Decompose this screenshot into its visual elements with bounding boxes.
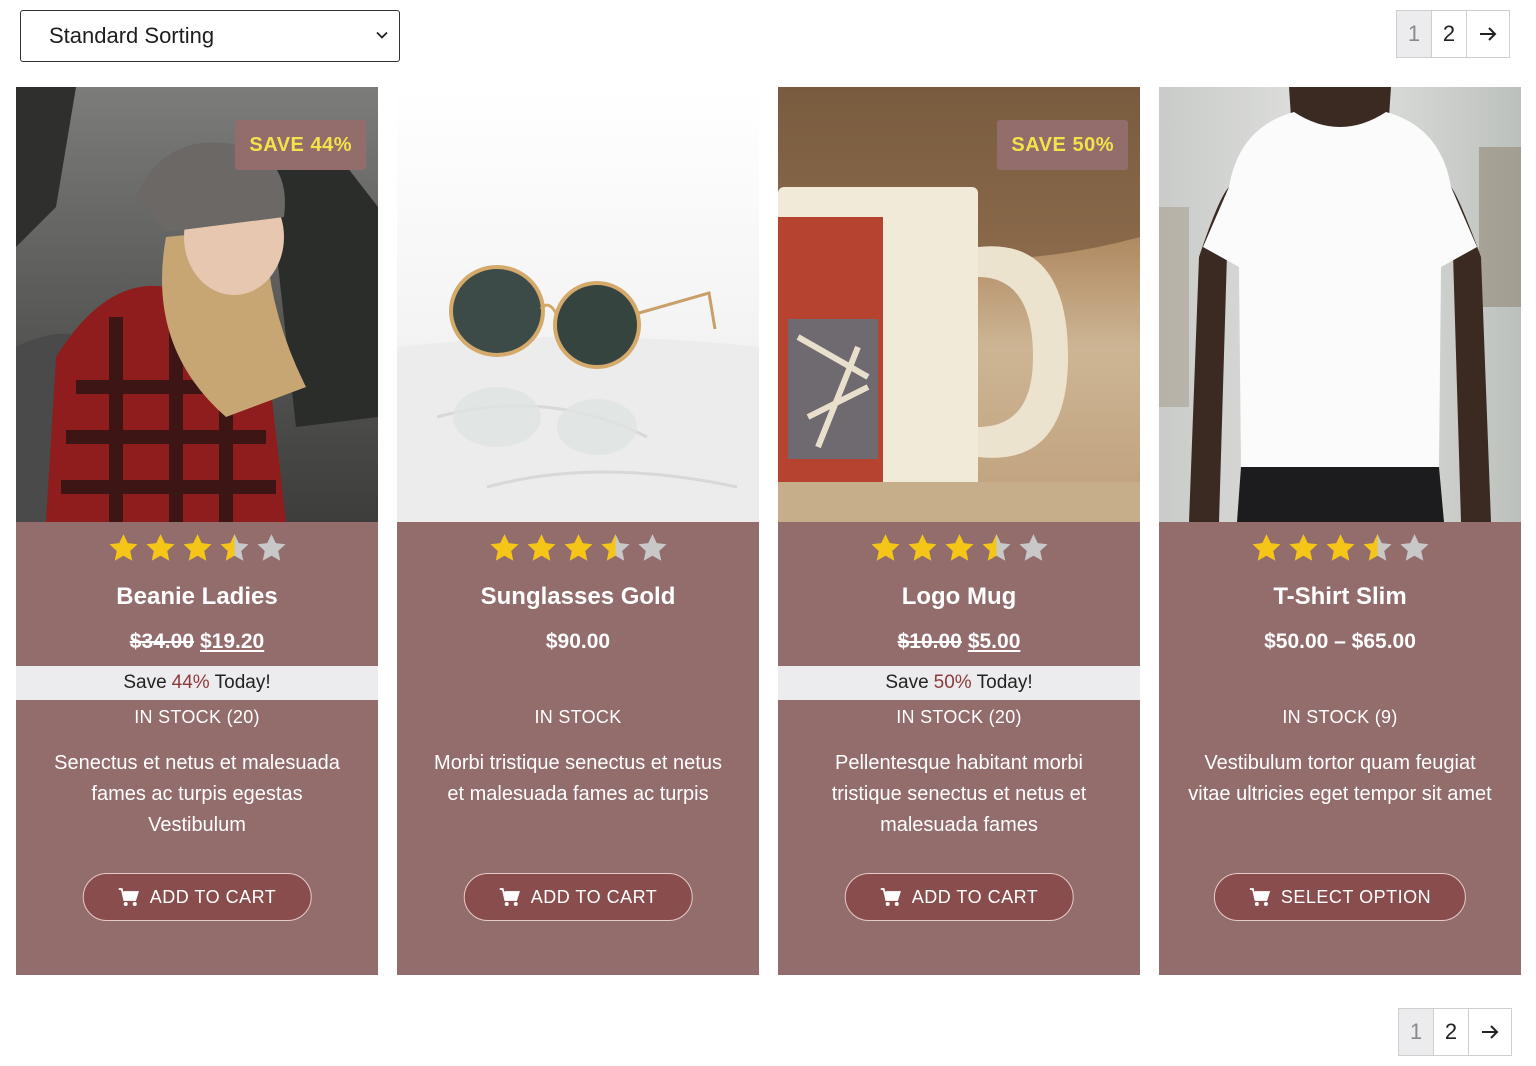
star-full-icon <box>1325 534 1355 561</box>
star-full-icon <box>145 534 175 561</box>
star-empty-icon <box>1399 534 1429 561</box>
save-label: Save <box>885 672 929 693</box>
star-half-icon <box>1362 534 1392 561</box>
star-full-icon <box>563 534 593 561</box>
arrow-right-icon <box>1482 1025 1499 1039</box>
star-empty-icon <box>637 534 667 561</box>
stock-status: IN STOCK (20) <box>134 707 260 727</box>
star-full-icon <box>1288 534 1318 561</box>
old-price: $10.00 <box>897 630 962 653</box>
arrow-right-icon <box>1480 27 1497 41</box>
pagination-top: 1 2 <box>1396 10 1510 58</box>
add-to-cart-label: ADD TO CART <box>911 886 1039 907</box>
save-today-label: Today! <box>976 672 1033 693</box>
tshirt-photo <box>1159 87 1521 522</box>
star-rating <box>778 532 1140 565</box>
old-price: $34.00 <box>129 630 194 653</box>
stock-status: IN STOCK <box>534 707 622 727</box>
product-image-beanie[interactable]: SAVE 44% <box>16 87 378 522</box>
star-rating <box>397 532 759 565</box>
product-title[interactable]: Sunglasses Gold <box>397 583 759 611</box>
product-description: Morbi tristique senectus et netus et mal… <box>434 752 722 805</box>
chevron-down-icon <box>376 31 388 39</box>
product-title[interactable]: T-Shirt Slim <box>1159 583 1521 611</box>
price-range: $50.00 – $65.00 <box>1264 630 1416 653</box>
product-price: $10.00 $5.00 <box>778 630 1140 654</box>
star-full-icon <box>489 534 519 561</box>
add-to-cart-label: ADD TO CART <box>530 886 658 907</box>
page-1-link[interactable]: 1 <box>1397 11 1432 57</box>
sale-price: $5.00 <box>967 630 1021 653</box>
product-card: T-Shirt Slim $50.00 – $65.00 IN STOCK (9… <box>1159 87 1521 975</box>
cart-icon <box>118 888 139 906</box>
product-card: Sunglasses Gold $90.00 IN STOCK Morbi tr… <box>397 87 759 975</box>
product-card: SAVE 44% Beanie Ladies $34.00 $19.20 Save… <box>16 87 378 975</box>
cart-icon <box>1249 888 1271 906</box>
page-2-link[interactable]: 2 <box>1432 11 1467 57</box>
stock-status: IN STOCK (9) <box>1282 707 1398 727</box>
product-description: Pellentesque habitant morbi tristique se… <box>831 752 1087 836</box>
star-empty-icon <box>256 534 286 561</box>
sort-select[interactable]: Standard Sorting <box>20 10 400 62</box>
sale-price: $19.20 <box>200 630 265 653</box>
save-today-label: Today! <box>214 672 271 693</box>
star-half-icon <box>600 534 630 561</box>
add-to-cart-button[interactable]: ADD TO CART <box>844 873 1074 921</box>
product-grid: SAVE 44% Beanie Ladies $34.00 $19.20 Save… <box>16 87 1521 975</box>
save-label: Save <box>123 672 167 693</box>
page-2-link[interactable]: 2 <box>1434 1009 1469 1055</box>
product-price: $90.00 <box>397 630 759 654</box>
star-half-icon <box>981 534 1011 561</box>
save-badge: SAVE 44% <box>235 120 366 170</box>
page-1-link[interactable]: 1 <box>1399 1009 1434 1055</box>
product-image-sunglasses[interactable] <box>397 87 759 522</box>
star-full-icon <box>1251 534 1281 561</box>
star-full-icon <box>907 534 937 561</box>
star-full-icon <box>182 534 212 561</box>
save-today-strip: Save 50% Today! <box>778 666 1140 700</box>
stock-status: IN STOCK (20) <box>896 707 1022 727</box>
product-price: $50.00 – $65.00 <box>1159 630 1521 654</box>
add-to-cart-label: ADD TO CART <box>149 886 277 907</box>
star-full-icon <box>108 534 138 561</box>
star-full-icon <box>526 534 556 561</box>
cart-icon <box>880 888 901 906</box>
product-title[interactable]: Beanie Ladies <box>16 583 378 611</box>
save-badge: SAVE 50% <box>997 120 1128 170</box>
save-percent: 50% <box>933 672 972 693</box>
product-description: Vestibulum tortor quam feugiat vitae ult… <box>1188 752 1492 805</box>
star-full-icon <box>944 534 974 561</box>
product-image-mug[interactable]: SAVE 50% <box>778 87 1140 522</box>
product-card: SAVE 50% Logo Mug $10.00 $5.00 Save 50% T… <box>778 87 1140 975</box>
save-percent: 44% <box>171 672 210 693</box>
next-page-link[interactable] <box>1469 1009 1511 1055</box>
sort-select-value: Standard Sorting <box>49 23 215 48</box>
next-page-link[interactable] <box>1467 11 1509 57</box>
product-price: $34.00 $19.20 <box>16 630 378 654</box>
product-image-tshirt[interactable] <box>1159 87 1521 522</box>
cart-icon <box>499 888 520 906</box>
star-full-icon <box>870 534 900 561</box>
star-rating <box>1159 532 1521 565</box>
star-rating <box>16 532 378 565</box>
add-to-cart-button[interactable]: ADD TO CART <box>82 873 312 921</box>
star-half-icon <box>219 534 249 561</box>
product-title[interactable]: Logo Mug <box>778 583 1140 611</box>
save-today-strip: Save 44% Today! <box>16 666 378 700</box>
regular-price: $90.00 <box>545 630 611 653</box>
add-to-cart-button[interactable]: ADD TO CART <box>463 873 693 921</box>
pagination-bottom: 1 2 <box>1398 1008 1512 1056</box>
sunglasses-photo <box>397 87 759 522</box>
select-option-label: SELECT OPTION <box>1280 886 1432 907</box>
star-empty-icon <box>1018 534 1048 561</box>
select-option-button[interactable]: SELECT OPTION <box>1213 873 1467 921</box>
product-description: Senectus et netus et malesuada fames ac … <box>54 752 340 836</box>
